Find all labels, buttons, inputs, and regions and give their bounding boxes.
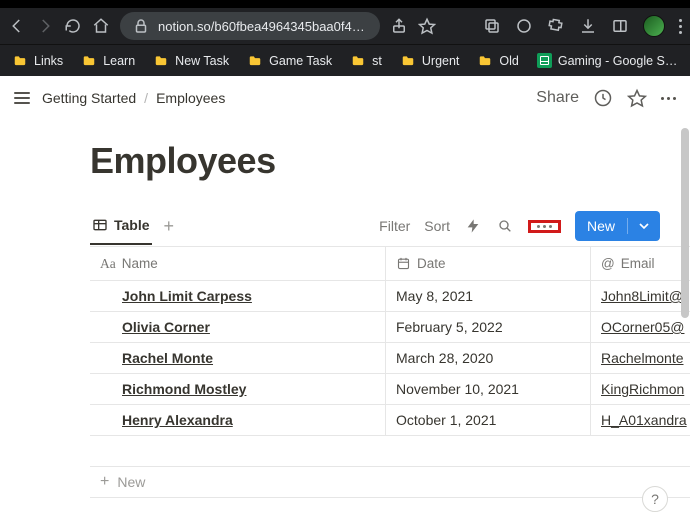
bookmark-star-icon[interactable] [418, 17, 436, 35]
breadcrumb-root[interactable]: Getting Started [42, 90, 136, 106]
db-more-button[interactable] [528, 220, 561, 233]
cell-name[interactable]: Olivia Corner [90, 312, 385, 342]
updates-icon[interactable] [593, 88, 613, 108]
chrome-menu-button[interactable] [679, 19, 682, 34]
new-entry-dropdown[interactable] [627, 218, 660, 234]
table-row[interactable]: Richmond Mostley November 10, 2021 KingR… [90, 374, 690, 405]
profile-avatar[interactable] [643, 15, 665, 37]
page-content: Employees Table + Filter Sort New [0, 120, 690, 518]
view-tab-table[interactable]: Table [90, 217, 152, 245]
breadcrumb-current[interactable]: Employees [156, 90, 225, 106]
bookmark-st[interactable]: st [350, 54, 382, 68]
back-button[interactable] [8, 17, 26, 35]
cell-date[interactable]: February 5, 2022 [385, 312, 590, 342]
lock-icon [132, 17, 150, 35]
address-bar[interactable]: notion.so/b60fbea4964345baa0f4e… [120, 12, 380, 40]
breadcrumb: Getting Started / Employees [42, 90, 225, 106]
database-table: AaName Date @Email John Limit Carpess Ma… [90, 246, 690, 498]
at-icon: @ [601, 256, 615, 271]
table-icon [92, 217, 108, 233]
automation-icon[interactable] [464, 217, 482, 235]
cell-date[interactable]: March 28, 2020 [385, 343, 590, 373]
table-row[interactable]: John Limit Carpess May 8, 2021 John8Limi… [90, 281, 690, 312]
breadcrumb-sep: / [144, 90, 148, 106]
table-row[interactable]: Olivia Corner February 5, 2022 OCorner05… [90, 312, 690, 343]
cell-name[interactable]: John Limit Carpess [90, 281, 385, 311]
cell-email[interactable]: John8Limit@ [590, 281, 690, 311]
url-text: notion.so/b60fbea4964345baa0f4e… [158, 19, 368, 34]
bookmark-new-task[interactable]: New Task [153, 54, 229, 68]
cell-email[interactable]: KingRichmon [590, 374, 690, 404]
page-title[interactable]: Employees [90, 140, 690, 182]
home-button[interactable] [92, 17, 110, 35]
table-row[interactable]: Henry Alexandra October 1, 2021 H_A01xan… [90, 405, 690, 436]
help-button[interactable]: ? [642, 486, 668, 512]
extensions-icon[interactable] [547, 17, 565, 35]
sort-button[interactable]: Sort [424, 218, 450, 234]
tab-groups-icon[interactable] [483, 17, 501, 35]
reload-button[interactable] [64, 17, 82, 35]
bookmark-game-task[interactable]: Game Task [247, 54, 332, 68]
filter-button[interactable]: Filter [379, 218, 410, 234]
sheets-icon [537, 53, 552, 68]
extension-circle-icon[interactable] [515, 17, 533, 35]
new-row-button[interactable]: +New [90, 467, 690, 498]
cell-name[interactable]: Rachel Monte [90, 343, 385, 373]
cell-name[interactable]: Henry Alexandra [90, 405, 385, 435]
search-icon[interactable] [496, 217, 514, 235]
empty-row[interactable] [90, 436, 690, 467]
database-toolbar: Table + Filter Sort New [90, 206, 690, 246]
plus-icon: + [100, 474, 109, 490]
forward-button[interactable] [36, 17, 54, 35]
bookmark-learn[interactable]: Learn [81, 54, 135, 68]
calendar-icon [396, 256, 411, 271]
bookmark-old[interactable]: Old [477, 54, 518, 68]
new-entry-button[interactable]: New [575, 211, 660, 241]
sidebar-toggle[interactable] [14, 92, 30, 104]
cell-date[interactable]: October 1, 2021 [385, 405, 590, 435]
tab-strip[interactable] [0, 0, 690, 8]
column-date[interactable]: Date [385, 247, 590, 281]
notion-topbar: Getting Started / Employees Share [0, 76, 690, 120]
cell-email[interactable]: Rachelmonte [590, 343, 690, 373]
scrollbar[interactable] [680, 128, 690, 518]
add-view-button[interactable]: + [164, 217, 175, 235]
cell-email[interactable]: H_A01xandra [590, 405, 690, 435]
bookmark-urgent[interactable]: Urgent [400, 54, 460, 68]
bookmarks-bar: Links Learn New Task Game Task st Urgent… [0, 44, 690, 76]
panel-icon[interactable] [611, 17, 629, 35]
cell-name[interactable]: Richmond Mostley [90, 374, 385, 404]
downloads-icon[interactable] [579, 17, 597, 35]
table-row[interactable]: Rachel Monte March 28, 2020 Rachelmonte [90, 343, 690, 374]
browser-toolbar: notion.so/b60fbea4964345baa0f4e… [0, 8, 690, 44]
column-name[interactable]: AaName [90, 247, 385, 281]
cell-email[interactable]: OCorner05@ [590, 312, 690, 342]
share-url-icon[interactable] [390, 17, 408, 35]
table-header: AaName Date @Email [90, 247, 690, 281]
cell-date[interactable]: November 10, 2021 [385, 374, 590, 404]
favorite-icon[interactable] [627, 88, 647, 108]
column-email[interactable]: @Email [590, 247, 690, 281]
scrollbar-thumb[interactable] [681, 128, 689, 318]
cell-date[interactable]: May 8, 2021 [385, 281, 590, 311]
page-more-button[interactable] [661, 97, 676, 100]
bookmark-sheets[interactable]: Gaming - Google S… [537, 53, 678, 68]
share-button[interactable]: Share [536, 89, 579, 107]
bookmark-links[interactable]: Links [12, 54, 63, 68]
